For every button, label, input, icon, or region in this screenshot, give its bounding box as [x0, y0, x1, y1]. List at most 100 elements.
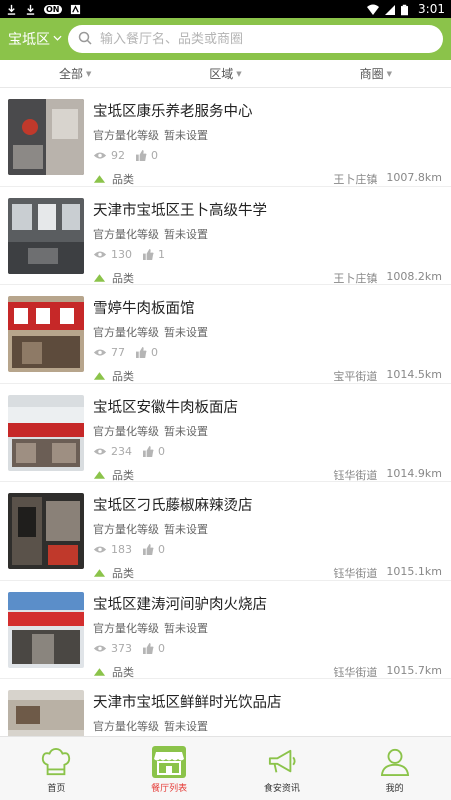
restaurant-photo — [8, 394, 84, 471]
clock: 3:01 — [418, 2, 445, 16]
status-bar: ON 3:01 — [0, 0, 451, 18]
grade-info: 官方量化等级 暂未设置 — [93, 521, 213, 537]
grade-label: 官方量化等级 — [93, 523, 159, 536]
district-label: 宝坻区 — [8, 32, 50, 48]
area-name: 宝平街道 — [333, 370, 378, 383]
restaurant-list-item[interactable]: 宝坻区安徽牛肉板面店 官方量化等级 暂未设置 234 0 品类 钰华街道 1014.… — [0, 384, 451, 483]
view-count-value: 234 — [111, 444, 132, 458]
view-count: 92 — [93, 149, 125, 162]
nav-profile[interactable]: 我的 — [338, 737, 451, 800]
category-label: 品类 — [112, 567, 134, 580]
like-count: 0 — [136, 149, 158, 162]
view-count: 373 — [93, 642, 132, 655]
grade-value: 暂未设置 — [164, 424, 208, 438]
stats: 234 0 — [93, 445, 176, 458]
restaurant-photo — [8, 296, 84, 372]
area-name: 王卜庄镇 — [333, 173, 378, 186]
filter-region[interactable]: 区域 ▼ — [150, 60, 300, 87]
download-icon — [6, 4, 17, 15]
thumbs-up-icon — [143, 248, 154, 260]
thumbs-up-icon — [143, 544, 154, 555]
category-icon — [93, 273, 106, 282]
filter-label: 区域 — [209, 67, 234, 81]
like-count: 0 — [143, 543, 165, 556]
view-count: 77 — [93, 346, 125, 359]
nav-home[interactable]: 首页 — [0, 737, 113, 800]
restaurant-name: 天津市宝坻区鲜鲜时光饮品店 — [93, 695, 282, 711]
restaurant-list-item[interactable]: 宝坻区刁氏藤椒麻辣烫店 官方量化等级 暂未设置 183 0 品类 钰华街道 1015… — [0, 482, 451, 581]
category-icon — [93, 175, 106, 183]
restaurant-list-item[interactable]: 宝坻区建涛河间驴肉火烧店 官方量化等级 暂未设置 373 0 品类 钰华街道 101… — [0, 581, 451, 680]
thumbs-up-icon — [136, 347, 147, 358]
filter-business-district[interactable]: 商圈 ▼ — [301, 60, 451, 87]
stats: 77 0 — [93, 346, 169, 359]
category-label: 品类 — [112, 665, 134, 679]
nav-food-safety-news[interactable]: 食安资讯 — [226, 737, 339, 800]
district-selector[interactable]: 宝坻区 — [8, 29, 62, 49]
grade-value: 暂未设置 — [164, 227, 208, 241]
restaurant-list-item[interactable]: 雪婷牛肉板面馆 官方量化等级 暂未设置 77 0 品类 宝平街道 1014.5km — [0, 285, 451, 384]
app-header: 宝坻区 — [0, 18, 451, 60]
category-icon — [93, 569, 106, 577]
area-name: 钰华街道 — [333, 468, 378, 482]
search-bar[interactable] — [68, 25, 443, 53]
nav-label: 食安资讯 — [263, 784, 300, 794]
filter-label: 商圈 — [359, 67, 384, 81]
restaurant-name: 宝坻区康乐养老服务中心 — [93, 104, 253, 120]
grade-info: 官方量化等级 暂未设置 — [93, 620, 213, 636]
thumbs-up-icon — [143, 642, 154, 654]
grade-label: 官方量化等级 — [93, 424, 159, 438]
category-label: 品类 — [112, 271, 134, 285]
restaurant-list-item[interactable]: 天津市宝坻区王卜高级牛学 官方量化等级 暂未设置 130 1 品类 王卜庄镇 100… — [0, 187, 451, 285]
restaurant-name: 宝坻区刁氏藤椒麻辣烫店 — [93, 498, 253, 514]
distance: 1007.8km — [386, 171, 442, 184]
category-label: 品类 — [112, 468, 134, 482]
caret-down-icon: ▼ — [236, 69, 242, 78]
battery-icon — [401, 4, 412, 15]
location: 王卜庄镇 1007.8km — [333, 171, 442, 187]
restaurant-name: 宝坻区建涛河间驴肉火烧店 — [93, 596, 267, 613]
caret-down-icon: ▼ — [85, 69, 92, 78]
category-label: 品类 — [112, 173, 134, 186]
filter-all[interactable]: 全部 ▼ — [0, 60, 150, 87]
caret-down-icon: ▼ — [386, 69, 393, 78]
filter-label: 全部 — [58, 67, 83, 81]
category: 品类 — [93, 565, 134, 581]
nav-label: 我的 — [385, 784, 404, 794]
distance: 1008.2km — [386, 269, 442, 283]
stats: 92 0 — [93, 149, 169, 162]
restaurant-list: 宝坻区康乐养老服务中心 官方量化等级 暂未设置 92 0 品类 王卜庄镇 1007.… — [0, 88, 451, 736]
distance: 1014.9km — [386, 466, 442, 480]
restaurant-list-item[interactable]: 宝坻区康乐养老服务中心 官方量化等级 暂未设置 92 0 品类 王卜庄镇 1007.… — [0, 88, 451, 187]
search-input[interactable] — [100, 31, 433, 47]
distance: 1015.7km — [386, 663, 442, 677]
grade-value: 暂未设置 — [164, 720, 208, 733]
grade-label: 官方量化等级 — [93, 227, 159, 241]
area-name: 王卜庄镇 — [333, 271, 378, 285]
category: 品类 — [93, 171, 134, 187]
search-icon — [78, 30, 92, 49]
nav-restaurant-list[interactable]: 餐厅列表 — [113, 737, 226, 800]
restaurant-photo — [8, 690, 84, 736]
stats: 373 0 — [93, 642, 176, 655]
grade-value: 暂未设置 — [164, 129, 208, 142]
restaurant-list-item[interactable]: 天津市宝坻区鲜鲜时光饮品店 官方量化等级 暂未设置 — [0, 679, 451, 736]
download-icon — [25, 4, 36, 15]
distance: 1015.1km — [386, 565, 442, 578]
grade-info: 官方量化等级 暂未设置 — [93, 127, 213, 143]
category-icon — [93, 470, 106, 479]
user-icon — [378, 746, 412, 778]
location: 钰华街道 1015.7km — [333, 664, 442, 680]
view-count-value: 183 — [111, 543, 132, 556]
restaurant-photo — [8, 591, 84, 668]
restaurant-photo — [8, 99, 84, 175]
category: 品类 — [93, 664, 134, 680]
location: 钰华街道 1014.9km — [333, 467, 442, 483]
category-icon — [93, 667, 106, 676]
eye-icon — [93, 546, 107, 553]
like-count: 1 — [143, 248, 165, 261]
like-count-value: 0 — [158, 444, 165, 458]
grade-info: 官方量化等级 暂未设置 — [93, 324, 213, 340]
category-label: 品类 — [112, 370, 134, 383]
area-name: 钰华街道 — [333, 567, 378, 580]
